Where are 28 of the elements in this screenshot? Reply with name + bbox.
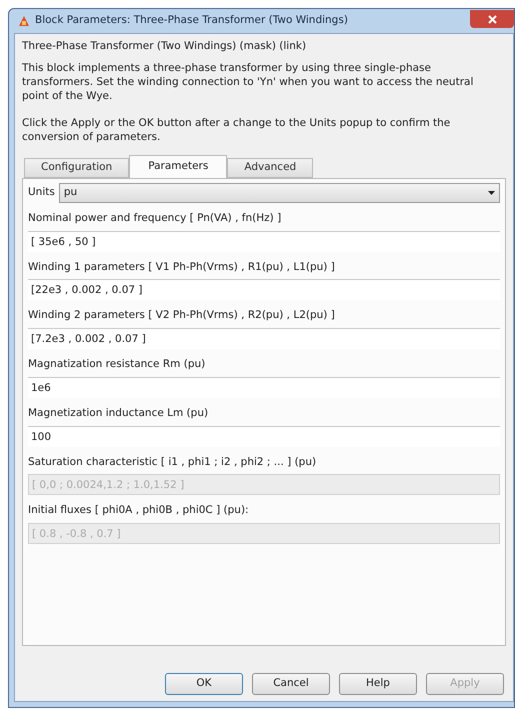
units-label: Units: [28, 184, 55, 200]
tab[interactable]: Parameters: [129, 154, 228, 178]
input-field[interactable]: [22e3 , 0.002 , 0.07 ]: [28, 279, 500, 300]
field-label: Magnatization resistance Rm (pu): [28, 357, 206, 372]
close-icon: [488, 14, 496, 24]
dialog-button[interactable]: Help: [339, 673, 417, 695]
input-field[interactable]: [ 35e6 , 50 ]: [28, 230, 500, 252]
block-heading: Three-Phase Transformer (Two Windings) (mask) (link): [22, 39, 308, 54]
field-label: Magnetization inductance Lm (pu): [28, 406, 210, 421]
block-icon: [18, 15, 30, 27]
dropdown-arrow-icon: [488, 190, 495, 195]
description-paragraph: This block implements a three-phase transformer by using three single-phase transformers. Set the winding connection to 'Yn' when you want to access the neutral point of the Wye.: [22, 60, 474, 103]
input-field[interactable]: 1e6: [28, 376, 500, 398]
dialog-button[interactable]: Cancel: [252, 673, 330, 695]
dialog-button[interactable]: OK: [165, 673, 243, 695]
close-button[interactable]: [470, 10, 514, 28]
field-label: Saturation characteristic [ i1 , phi1 ; i2 , phi2 ; ... ] (pu): [28, 454, 318, 470]
input-field[interactable]: [7.2e3 , 0.002 , 0.07 ]: [28, 328, 500, 349]
field-label: Winding 1 parameters [ V1 Ph-Ph(Vrms) , R1(pu) , L1(pu) ]: [28, 260, 336, 274]
field-label: Initial fluxes [ phi0A , phi0B , phi0C ] (pu):: [28, 503, 250, 518]
field-label: Nominal power and frequency [ Pn(VA) , fn(Hz) ]: [28, 210, 282, 226]
tab[interactable]: Configuration: [24, 158, 130, 178]
window-title: Block Parameters: Three-Phase Transformer (Two Windings): [35, 13, 348, 28]
description-paragraph: Click the Apply or the OK button after a change to the Units popup to confirm the conversion of parameters.: [22, 116, 452, 144]
units-dropdown[interactable]: pu: [58, 182, 500, 203]
tab[interactable]: Advanced: [227, 158, 314, 178]
input-field[interactable]: 100: [28, 426, 500, 446]
field-label: Winding 2 parameters [ V2 Ph-Ph(Vrms) , R2(pu) , L2(pu) ]: [28, 308, 336, 324]
